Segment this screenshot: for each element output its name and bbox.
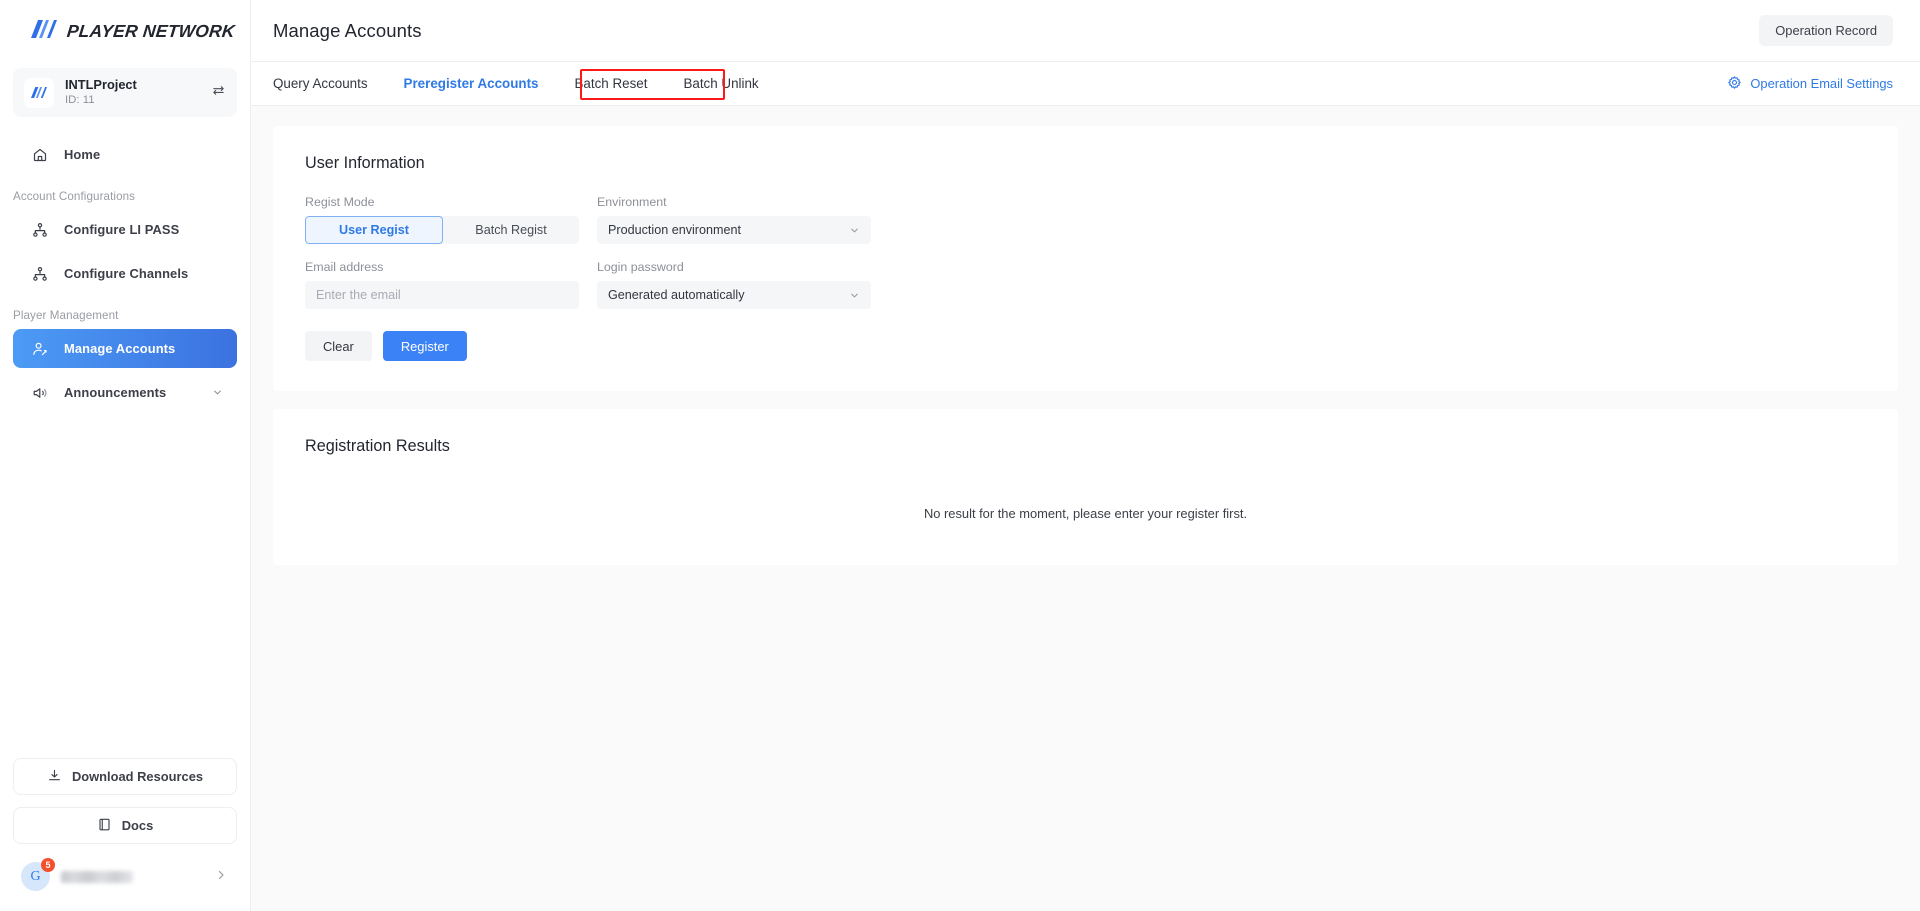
- tab-list: Query Accounts Preregister Accounts Batc…: [273, 62, 777, 105]
- tab-query-accounts[interactable]: Query Accounts: [273, 62, 386, 105]
- sidebar-group-player-management: Player Management: [0, 309, 250, 322]
- chevron-down-icon: [849, 290, 860, 301]
- docs-button[interactable]: Docs: [13, 807, 237, 844]
- environment-select[interactable]: Production environment: [597, 216, 871, 244]
- home-icon: [31, 147, 48, 163]
- email-input[interactable]: [305, 281, 579, 309]
- registration-results-empty-message: No result for the moment, please enter y…: [305, 478, 1866, 521]
- player-network-logo-icon: [31, 20, 57, 43]
- operation-email-settings-link[interactable]: Operation Email Settings: [1727, 75, 1893, 93]
- sidebar-item-label: Announcements: [64, 385, 166, 400]
- sidebar-item-label: Configure LI PASS: [64, 222, 179, 237]
- project-id: ID: 11: [65, 93, 200, 108]
- notification-badge: 5: [41, 858, 55, 872]
- sitemap-icon: [31, 266, 48, 282]
- user-information-form: Regist Mode User Regist Batch Regist Env…: [305, 195, 885, 309]
- operation-email-settings-label: Operation Email Settings: [1750, 76, 1893, 91]
- user-information-title: User Information: [305, 154, 1866, 173]
- sidebar: PLAYER NETWORK INTLProject ID: 11: [0, 0, 251, 911]
- sidebar-nav: Home Account Configurations Configure LI…: [0, 135, 250, 412]
- chevron-down-icon[interactable]: [212, 387, 223, 398]
- chevron-right-icon[interactable]: [215, 868, 227, 886]
- regist-mode-segmented-control: User Regist Batch Regist: [305, 216, 579, 244]
- field-regist-mode: Regist Mode User Regist Batch Regist: [305, 195, 579, 244]
- download-icon: [47, 768, 62, 786]
- swap-arrows-icon[interactable]: [211, 83, 226, 103]
- sidebar-item-home[interactable]: Home: [13, 135, 237, 174]
- sidebar-item-label: Configure Channels: [64, 266, 188, 281]
- user-name-redacted: [61, 871, 133, 883]
- regist-mode-label: Regist Mode: [305, 195, 579, 209]
- brand-header[interactable]: PLAYER NETWORK: [0, 0, 250, 62]
- environment-label: Environment: [597, 195, 871, 209]
- user-account-row[interactable]: G 5: [13, 856, 237, 897]
- book-icon: [97, 817, 112, 835]
- login-password-select[interactable]: Generated automatically: [597, 281, 871, 309]
- project-switcher[interactable]: INTLProject ID: 11: [13, 68, 237, 117]
- main-area: Manage Accounts Operation Record Query A…: [251, 0, 1920, 911]
- operation-record-button[interactable]: Operation Record: [1759, 15, 1893, 46]
- form-actions: Clear Register: [305, 331, 1866, 361]
- segment-batch-regist[interactable]: Batch Regist: [443, 216, 579, 244]
- segment-user-regist[interactable]: User Regist: [305, 216, 443, 244]
- sidebar-item-label: Home: [64, 147, 100, 162]
- registration-results-title: Registration Results: [305, 437, 1866, 456]
- content-scroll-area: User Information Regist Mode User Regist…: [251, 106, 1920, 911]
- sidebar-item-manage-accounts[interactable]: Manage Accounts: [13, 329, 237, 368]
- sidebar-item-label: Manage Accounts: [64, 341, 175, 356]
- docs-label: Docs: [122, 818, 154, 833]
- registration-results-card: Registration Results No result for the m…: [273, 409, 1898, 565]
- avatar: G 5: [21, 862, 50, 891]
- sidebar-item-configure-li-pass[interactable]: Configure LI PASS: [13, 210, 237, 249]
- email-address-label: Email address: [305, 260, 579, 274]
- project-info: INTLProject ID: 11: [65, 77, 200, 108]
- project-logo-icon: [24, 78, 54, 108]
- sidebar-item-configure-channels[interactable]: Configure Channels: [13, 254, 237, 293]
- sitemap-icon: [31, 222, 48, 238]
- tab-batch-unlink[interactable]: Batch Unlink: [665, 62, 776, 105]
- user-manage-icon: [31, 341, 48, 357]
- brand-name: PLAYER NETWORK: [66, 21, 236, 42]
- login-password-label: Login password: [597, 260, 871, 274]
- megaphone-icon: [31, 385, 48, 401]
- field-email-address: Email address: [305, 260, 579, 309]
- download-resources-button[interactable]: Download Resources: [13, 758, 237, 795]
- page-title: Manage Accounts: [273, 20, 422, 42]
- top-header: Manage Accounts Operation Record: [251, 0, 1920, 62]
- download-resources-label: Download Resources: [72, 769, 203, 784]
- tab-bar: Query Accounts Preregister Accounts Batc…: [251, 62, 1920, 106]
- sidebar-item-announcements[interactable]: Announcements: [13, 373, 237, 412]
- chevron-down-icon: [849, 225, 860, 236]
- gear-icon: [1727, 75, 1742, 93]
- user-information-card: User Information Regist Mode User Regist…: [273, 126, 1898, 391]
- app-root: PLAYER NETWORK INTLProject ID: 11: [0, 0, 1920, 911]
- sidebar-footer: Download Resources Docs G 5: [0, 758, 250, 911]
- tab-preregister-accounts[interactable]: Preregister Accounts: [386, 62, 557, 105]
- clear-button[interactable]: Clear: [305, 331, 372, 361]
- sidebar-group-account-configurations: Account Configurations: [0, 190, 250, 203]
- register-button[interactable]: Register: [383, 331, 467, 361]
- login-password-value: Generated automatically: [608, 288, 849, 302]
- project-name: INTLProject: [65, 77, 200, 93]
- tab-batch-reset[interactable]: Batch Reset: [556, 62, 665, 105]
- environment-value: Production environment: [608, 223, 849, 237]
- field-login-password: Login password Generated automatically: [597, 260, 871, 309]
- field-environment: Environment Production environment: [597, 195, 871, 244]
